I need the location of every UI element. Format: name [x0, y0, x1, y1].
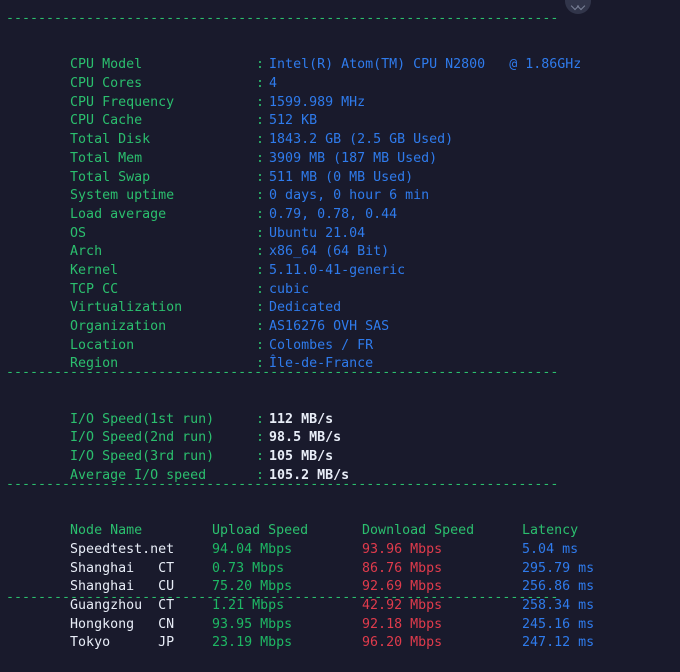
cell-node-name: Tokyo JP [70, 635, 175, 651]
cell-upload: 0.73 Mbps [212, 560, 285, 576]
info-label: Load average [70, 206, 167, 222]
info-label: TCP CC [70, 281, 119, 297]
info-value: 4 [269, 76, 278, 92]
info-value: Intel(R) Atom(TM) CPU N2800 @ 1.86GHz [269, 57, 582, 73]
cell-latency: 245.16 ms [522, 616, 595, 632]
info-label: Virtualization [70, 300, 183, 316]
cell-download: 92.18 Mbps [362, 616, 443, 632]
header-download-speed: Download Speed [362, 523, 475, 539]
info-colon: : [256, 300, 265, 316]
io-row: I/O Speed(1st run):112 MB/s [6, 392, 680, 427]
info-value: 5.11.0-41-generic [269, 262, 406, 278]
info-value: x86_64 (64 Bit) [269, 244, 390, 260]
cell-latency: 247.12 ms [522, 635, 595, 651]
info-value: 511 MB (0 MB Used) [269, 169, 414, 185]
speedtest-table: Node Name Upload Speed Download Speed Laten… [6, 504, 680, 650]
io-speed-section: I/O Speed(1st run):112 MB/s I/O Speed(2n… [6, 392, 680, 483]
info-colon: : [256, 188, 265, 204]
info-colon: : [256, 206, 265, 222]
terminal-content: ----------------------------------------… [6, 10, 680, 650]
header-latency: Latency [522, 523, 579, 539]
cell-upload: 94.04 Mbps [212, 541, 293, 557]
info-label: Kernel [70, 262, 119, 278]
io-value: 105 MB/s [269, 449, 334, 465]
info-colon: : [256, 262, 265, 278]
io-label: I/O Speed(1st run) [70, 411, 215, 427]
info-value: 0 days, 0 hour 6 min [269, 188, 430, 204]
cell-node-name: Shanghai CT [70, 560, 175, 576]
info-colon: : [256, 132, 265, 148]
info-colon: : [256, 319, 265, 335]
info-value: 3909 MB (187 MB Used) [269, 150, 438, 166]
info-value: 512 KB [269, 113, 318, 129]
io-value: 112 MB/s [269, 411, 334, 427]
io-colon: : [256, 430, 265, 446]
info-label: Total Mem [70, 150, 143, 166]
info-label: Total Swap [70, 169, 151, 185]
info-value: 0.79, 0.78, 0.44 [269, 206, 398, 222]
cell-upload: 93.95 Mbps [212, 616, 293, 632]
info-label: System uptime [70, 188, 175, 204]
info-value: Ubuntu 21.04 [269, 225, 366, 241]
system-info-section: CPU Model: Intel(R) Atom(TM) CPU N2800 @ … [6, 38, 680, 371]
divider-io: ----------------------------------------… [6, 365, 559, 381]
cell-node-name: Hongkong CN [70, 616, 175, 632]
info-label: OS [70, 225, 87, 241]
info-colon: : [256, 150, 265, 166]
info-value: 1843.2 GB (2.5 GB Used) [269, 132, 454, 148]
io-label: I/O Speed(3rd run) [70, 449, 215, 465]
cell-node-name: Speedtest.net [70, 541, 175, 557]
info-colon: : [256, 281, 265, 297]
cell-latency: 5.04 ms [522, 541, 579, 557]
io-label: I/O Speed(2nd run) [70, 430, 215, 446]
divider-top: ----------------------------------------… [6, 11, 559, 26]
info-value: Colombes / FR [269, 337, 374, 353]
info-label: Arch [70, 244, 103, 260]
cell-latency: 295.79 ms [522, 560, 595, 576]
info-colon: : [256, 113, 265, 129]
header-node-name: Node Name [70, 523, 143, 539]
info-colon: : [256, 76, 265, 92]
info-colon: : [256, 94, 265, 110]
divider-speedtest: ----------------------------------------… [6, 476, 559, 492]
info-label: CPU Cache [70, 113, 143, 129]
info-value: 1599.989 MHz [269, 94, 366, 110]
info-label: CPU Frequency [70, 94, 175, 110]
io-colon: : [256, 449, 265, 465]
info-label: CPU Cores [70, 76, 143, 92]
info-colon: : [256, 244, 265, 260]
info-label: CPU Model [70, 57, 143, 73]
cell-upload: 23.19 Mbps [212, 635, 293, 651]
info-label: Organization [70, 319, 167, 335]
info-value: AS16276 OVH SAS [269, 319, 390, 335]
table-header-row: Node Name Upload Speed Download Speed Laten… [6, 504, 680, 538]
cell-download: 93.96 Mbps [362, 541, 443, 557]
info-value: cubic [269, 281, 310, 297]
io-value: 98.5 MB/s [269, 430, 342, 446]
info-label: Total Disk [70, 132, 151, 148]
info-label: Location [70, 337, 135, 353]
header-upload-speed: Upload Speed [212, 523, 309, 539]
divider-bottom: ----------------------------------------… [6, 592, 559, 604]
info-colon: : [256, 169, 265, 185]
info-colon: : [256, 57, 265, 73]
cell-download: 96.20 Mbps [362, 635, 443, 651]
info-row: CPU Model: Intel(R) Atom(TM) CPU N2800 @ … [6, 38, 680, 72]
io-colon: : [256, 411, 265, 427]
info-value: Dedicated [269, 300, 342, 316]
cell-download: 86.76 Mbps [362, 560, 443, 576]
terminal-output: ----------------------------------------… [0, 0, 680, 650]
info-colon: : [256, 337, 265, 353]
info-colon: : [256, 225, 265, 241]
